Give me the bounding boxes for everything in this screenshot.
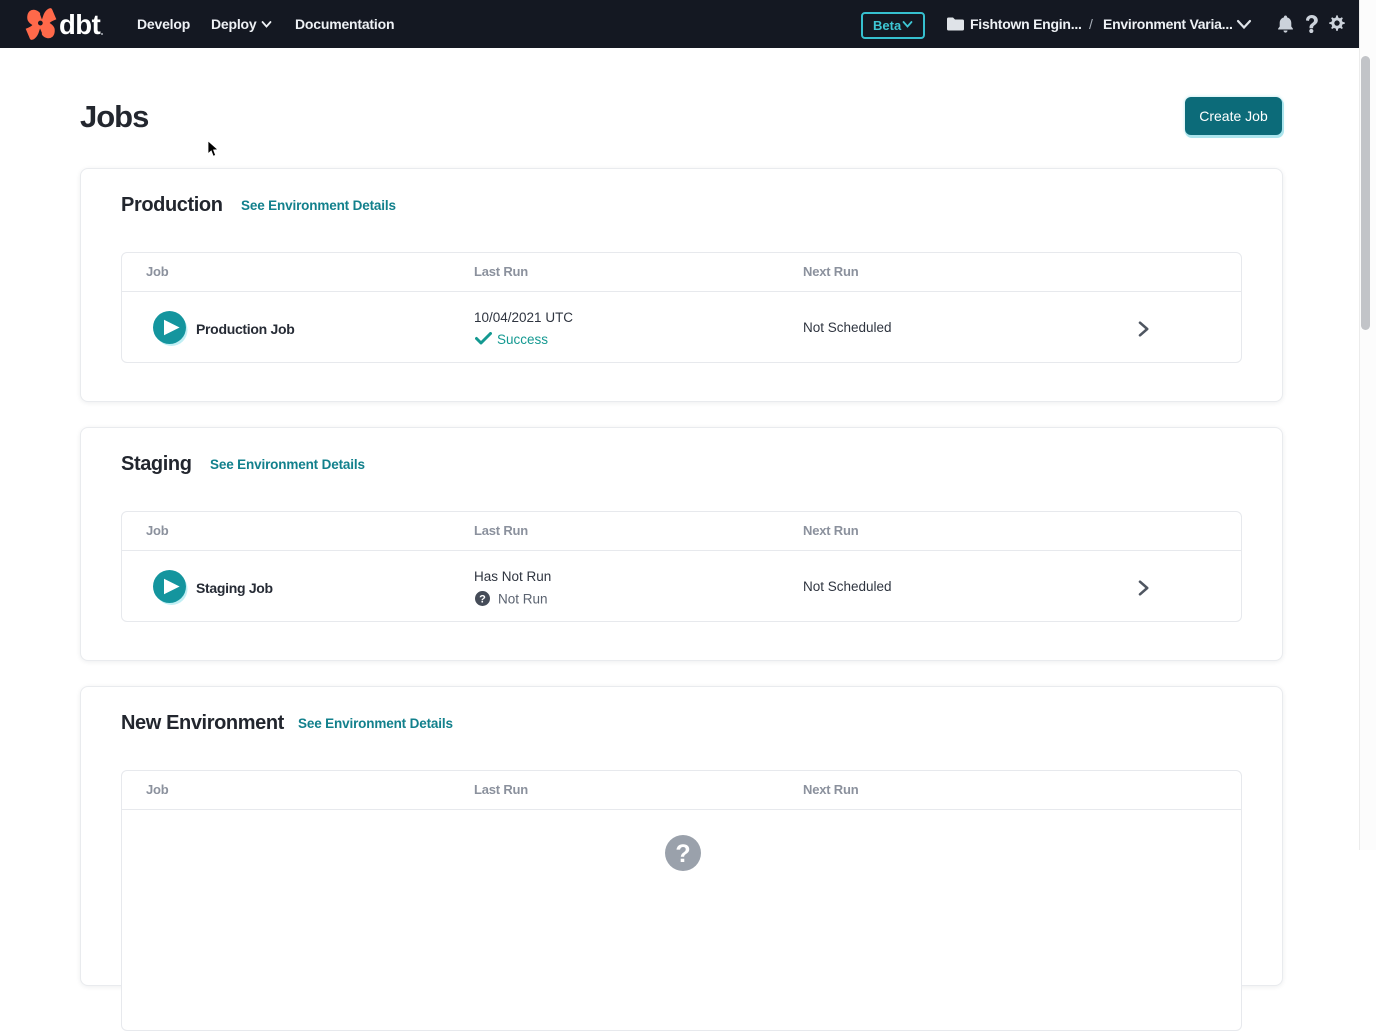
svg-text:?: ? xyxy=(675,840,690,868)
svg-text:?: ? xyxy=(479,593,486,605)
